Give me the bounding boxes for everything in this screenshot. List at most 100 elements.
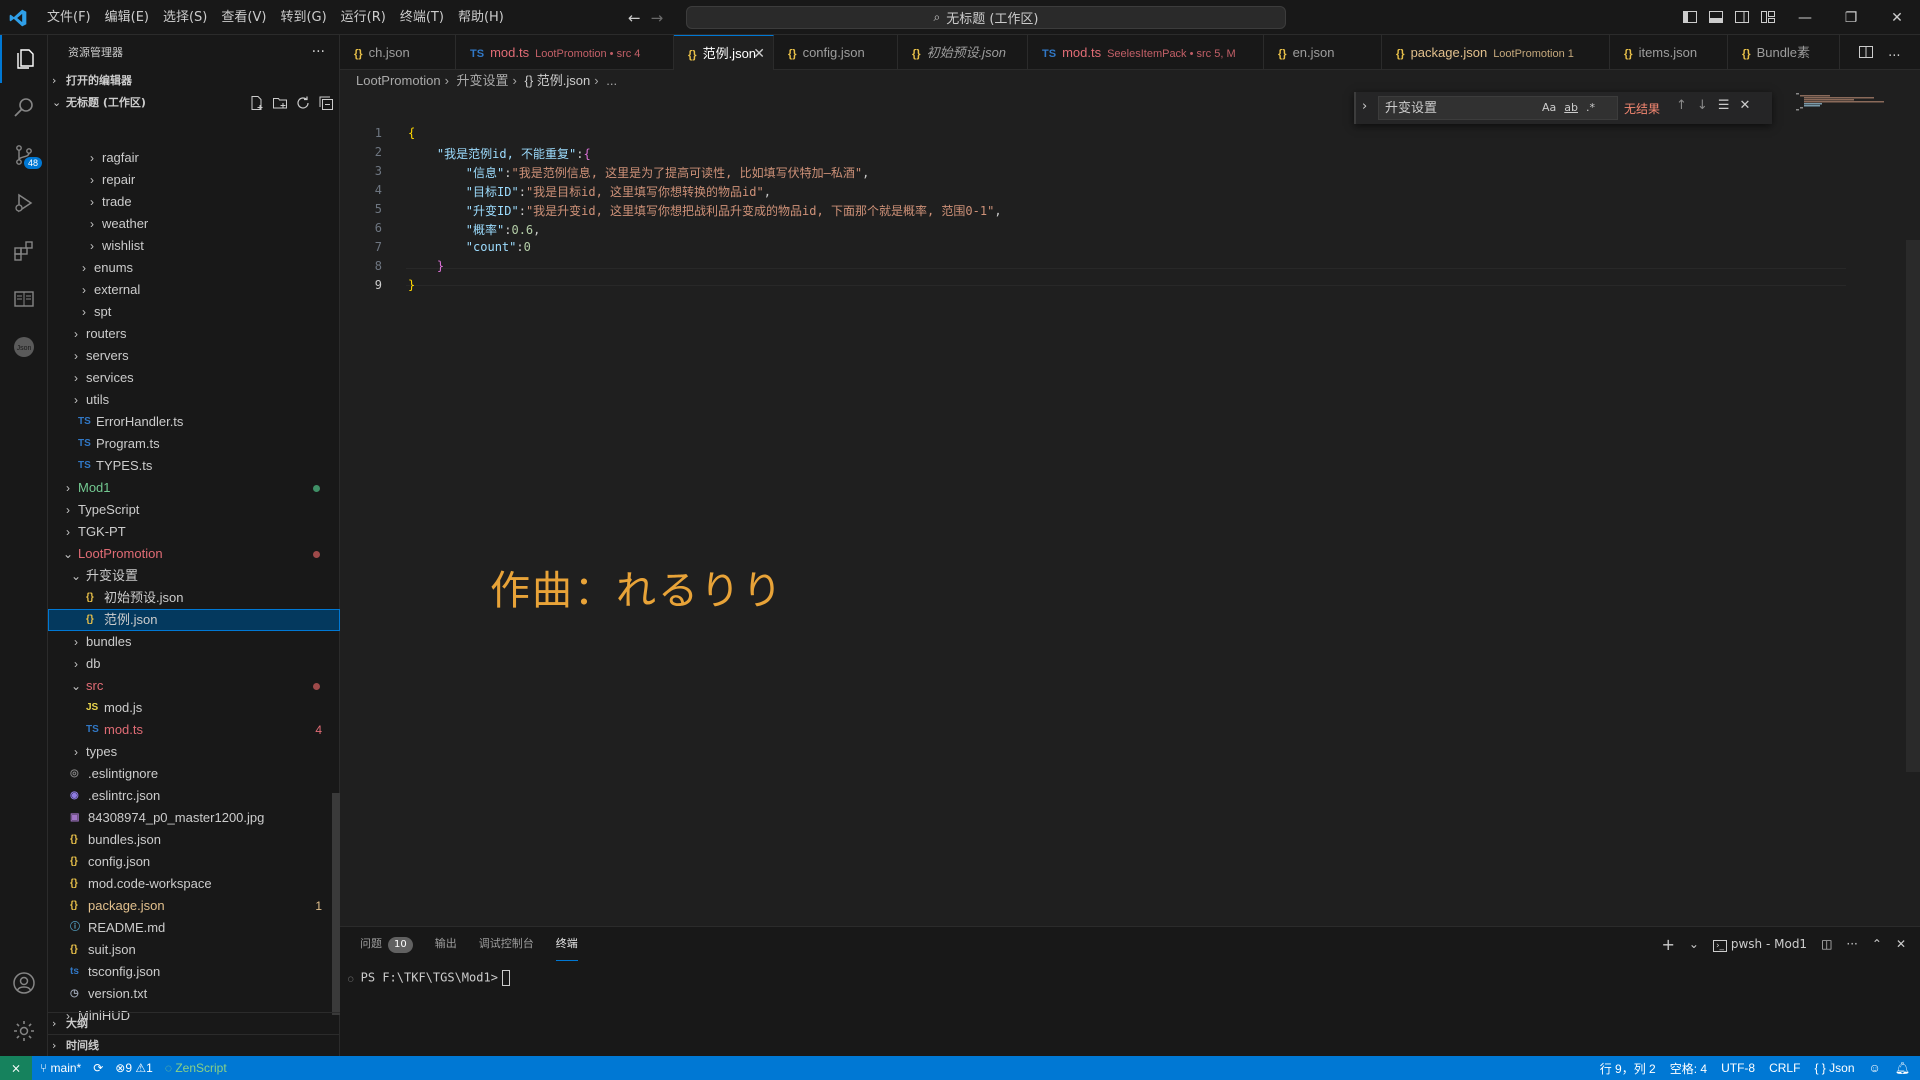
menu-item[interactable]: 编辑(E) bbox=[98, 0, 156, 35]
menu-item[interactable]: 选择(S) bbox=[156, 0, 214, 35]
tree-file[interactable]: {} suit.json bbox=[48, 939, 340, 961]
tree-folder[interactable]: › wishlist bbox=[48, 235, 340, 257]
editor-tab[interactable]: TS mod.ts SeelesItemPack • src 5, M bbox=[1028, 35, 1264, 70]
editor-tab[interactable]: {} items.json bbox=[1610, 35, 1728, 70]
extensions-button[interactable] bbox=[0, 227, 48, 275]
tree-folder[interactable]: › trade bbox=[48, 191, 340, 213]
tree-file[interactable]: ts tsconfig.json bbox=[48, 961, 340, 983]
tab-debug-console[interactable]: 调试控制台 bbox=[479, 927, 534, 961]
tree-folder[interactable]: › TypeScript bbox=[48, 499, 340, 521]
remote-indicator[interactable]: ⨯ bbox=[0, 1056, 32, 1080]
breadcrumb-item[interactable]: ... bbox=[606, 73, 617, 88]
tree-folder[interactable]: › routers bbox=[48, 323, 340, 345]
tree-folder[interactable]: › Mod1 bbox=[48, 477, 340, 499]
chevron-down-icon[interactable]: ⌄ bbox=[1689, 937, 1699, 951]
toggle-sidebar-icon[interactable] bbox=[1682, 9, 1698, 25]
more-actions-icon[interactable]: ··· bbox=[1888, 49, 1900, 64]
language-mode[interactable]: { } Json bbox=[1814, 1061, 1854, 1075]
tree-file[interactable]: {} bundles.json bbox=[48, 829, 340, 851]
cursor-position[interactable]: 行 9，列 2 bbox=[1600, 1060, 1656, 1077]
editor-tab[interactable]: {} ch.json bbox=[340, 35, 456, 70]
reading-button[interactable] bbox=[0, 275, 48, 323]
explorer-button[interactable] bbox=[0, 35, 48, 83]
new-file-icon[interactable] bbox=[249, 95, 265, 111]
tree-file[interactable]: {} mod.code-workspace bbox=[48, 873, 340, 895]
outline-section[interactable]: › 大纲 bbox=[48, 1012, 340, 1034]
code-line[interactable]: "升变ID":"我是升变id, 这里填写你想把战利品升变成的物品id, 下面那个… bbox=[408, 202, 1002, 219]
code-line[interactable]: "count":0 bbox=[408, 240, 531, 254]
open-editors-section[interactable]: › 打开的编辑器 bbox=[48, 70, 340, 92]
tree-folder[interactable]: › bundles bbox=[48, 631, 340, 653]
tab-output[interactable]: 输出 bbox=[435, 927, 457, 961]
tab-problems[interactable]: 问题 10 bbox=[360, 927, 413, 961]
search-button[interactable] bbox=[0, 83, 48, 131]
editor-tab[interactable]: TS mod.ts LootPromotion • src 4 bbox=[456, 35, 674, 70]
menu-item[interactable]: 帮助(H) bbox=[451, 0, 511, 35]
restore-button[interactable]: ❐ bbox=[1828, 0, 1874, 35]
feedback-icon[interactable]: ☺ bbox=[1869, 1061, 1881, 1075]
regex-toggle[interactable]: .* bbox=[1586, 101, 1595, 114]
timeline-section[interactable]: › 时间线 bbox=[48, 1034, 340, 1056]
command-center[interactable]: ⌕ 无标题 (工作区) bbox=[686, 6, 1286, 29]
refresh-icon[interactable] bbox=[295, 95, 311, 111]
toggle-replace-icon[interactable]: › bbox=[1362, 99, 1367, 114]
tree-folder[interactable]: › enums bbox=[48, 257, 340, 279]
breadcrumb-item[interactable]: LootPromotion bbox=[356, 73, 441, 88]
sync-icon[interactable]: ⟳ bbox=[93, 1061, 103, 1075]
terminal-prompt-line[interactable]: ○ PS F:\TKF\TGS\Mod1> bbox=[348, 970, 510, 986]
tree-file[interactable]: ▣ 84308974_p0_master1200.jpg bbox=[48, 807, 340, 829]
tree-folder[interactable]: › repair bbox=[48, 169, 340, 191]
tree-folder[interactable]: › TGK-PT bbox=[48, 521, 340, 543]
tree-folder[interactable]: ⌄ 升变设置 bbox=[48, 565, 340, 587]
workspace-section[interactable]: ⌄ 无标题 (工作区) bbox=[48, 92, 340, 114]
sidebar-more-button[interactable]: ··· bbox=[312, 35, 325, 70]
tree-folder[interactable]: › servers bbox=[48, 345, 340, 367]
customize-layout-icon[interactable] bbox=[1760, 9, 1776, 25]
editor-tab[interactable]: {} config.json bbox=[774, 35, 898, 70]
code-line[interactable]: "我是范例id, 不能重复":{ bbox=[408, 145, 591, 162]
editor-scrollbar[interactable] bbox=[1906, 240, 1920, 772]
editor-tab[interactable]: {} en.json bbox=[1264, 35, 1382, 70]
close-tab-icon[interactable]: ✕ bbox=[753, 36, 765, 71]
tree-folder[interactable]: › services bbox=[48, 367, 340, 389]
sidebar-scrollbar[interactable] bbox=[332, 793, 340, 1015]
notifications-bell-icon[interactable]: 🔔︎ bbox=[1895, 1061, 1910, 1075]
menu-item[interactable]: 转到(G) bbox=[273, 0, 333, 35]
editor-tab[interactable]: {} 范例.json ✕ bbox=[674, 35, 774, 70]
account-button[interactable] bbox=[0, 959, 48, 1007]
breadcrumb-item[interactable]: 升变设置 bbox=[457, 73, 509, 88]
back-arrow-icon[interactable]: ← bbox=[628, 9, 641, 27]
collapse-all-icon[interactable] bbox=[318, 95, 334, 111]
previous-match-icon[interactable]: ↑ bbox=[1676, 98, 1687, 113]
encoding[interactable]: UTF-8 bbox=[1721, 1061, 1755, 1075]
whole-word-toggle[interactable]: ab bbox=[1564, 101, 1578, 114]
terminal-selector[interactable]: ›_ pwsh - Mod1 bbox=[1712, 937, 1807, 952]
menu-item[interactable]: 终端(T) bbox=[393, 0, 451, 35]
tab-terminal[interactable]: 终端 bbox=[555, 927, 578, 961]
tree-folder[interactable]: ⌄ LootPromotion bbox=[48, 543, 340, 565]
code-line[interactable]: "信息":"我是范例信息, 这里是为了提高可读性, 比如填写伏特加—私酒", bbox=[408, 164, 870, 181]
code-line[interactable]: } bbox=[408, 278, 415, 292]
tree-file[interactable]: {} 范例.json bbox=[48, 609, 340, 631]
code-line[interactable]: } bbox=[408, 259, 444, 273]
match-case-toggle[interactable]: Aa bbox=[1542, 101, 1556, 114]
end-of-line[interactable]: CRLF bbox=[1769, 1061, 1800, 1075]
problems-status[interactable]: ⊗9 ⚠1 bbox=[115, 1061, 153, 1075]
tree-folder[interactable]: › db bbox=[48, 653, 340, 675]
tree-folder[interactable]: › utils bbox=[48, 389, 340, 411]
maximize-panel-icon[interactable]: ⌃ bbox=[1872, 937, 1882, 951]
tree-file[interactable]: {} package.json 1 bbox=[48, 895, 340, 917]
zenscript-status[interactable]: ◌ ZenScript bbox=[165, 1061, 227, 1075]
tree-folder[interactable]: › weather bbox=[48, 213, 340, 235]
toggle-secondary-sidebar-icon[interactable] bbox=[1734, 9, 1750, 25]
more-actions-icon[interactable]: ··· bbox=[1846, 937, 1857, 951]
minimize-button[interactable]: — bbox=[1782, 0, 1828, 35]
code-line[interactable]: "概率":0.6, bbox=[408, 221, 541, 238]
tree-folder[interactable]: › types bbox=[48, 741, 340, 763]
settings-button[interactable] bbox=[0, 1007, 48, 1055]
menu-item[interactable]: 运行(R) bbox=[334, 0, 393, 35]
tree-folder[interactable]: › external bbox=[48, 279, 340, 301]
minimap[interactable] bbox=[1796, 92, 1886, 112]
code-line[interactable]: "目标ID":"我是目标id, 这里填写你想转换的物品id", bbox=[408, 183, 771, 200]
branch-status[interactable]: ⑂ main* bbox=[40, 1061, 81, 1075]
